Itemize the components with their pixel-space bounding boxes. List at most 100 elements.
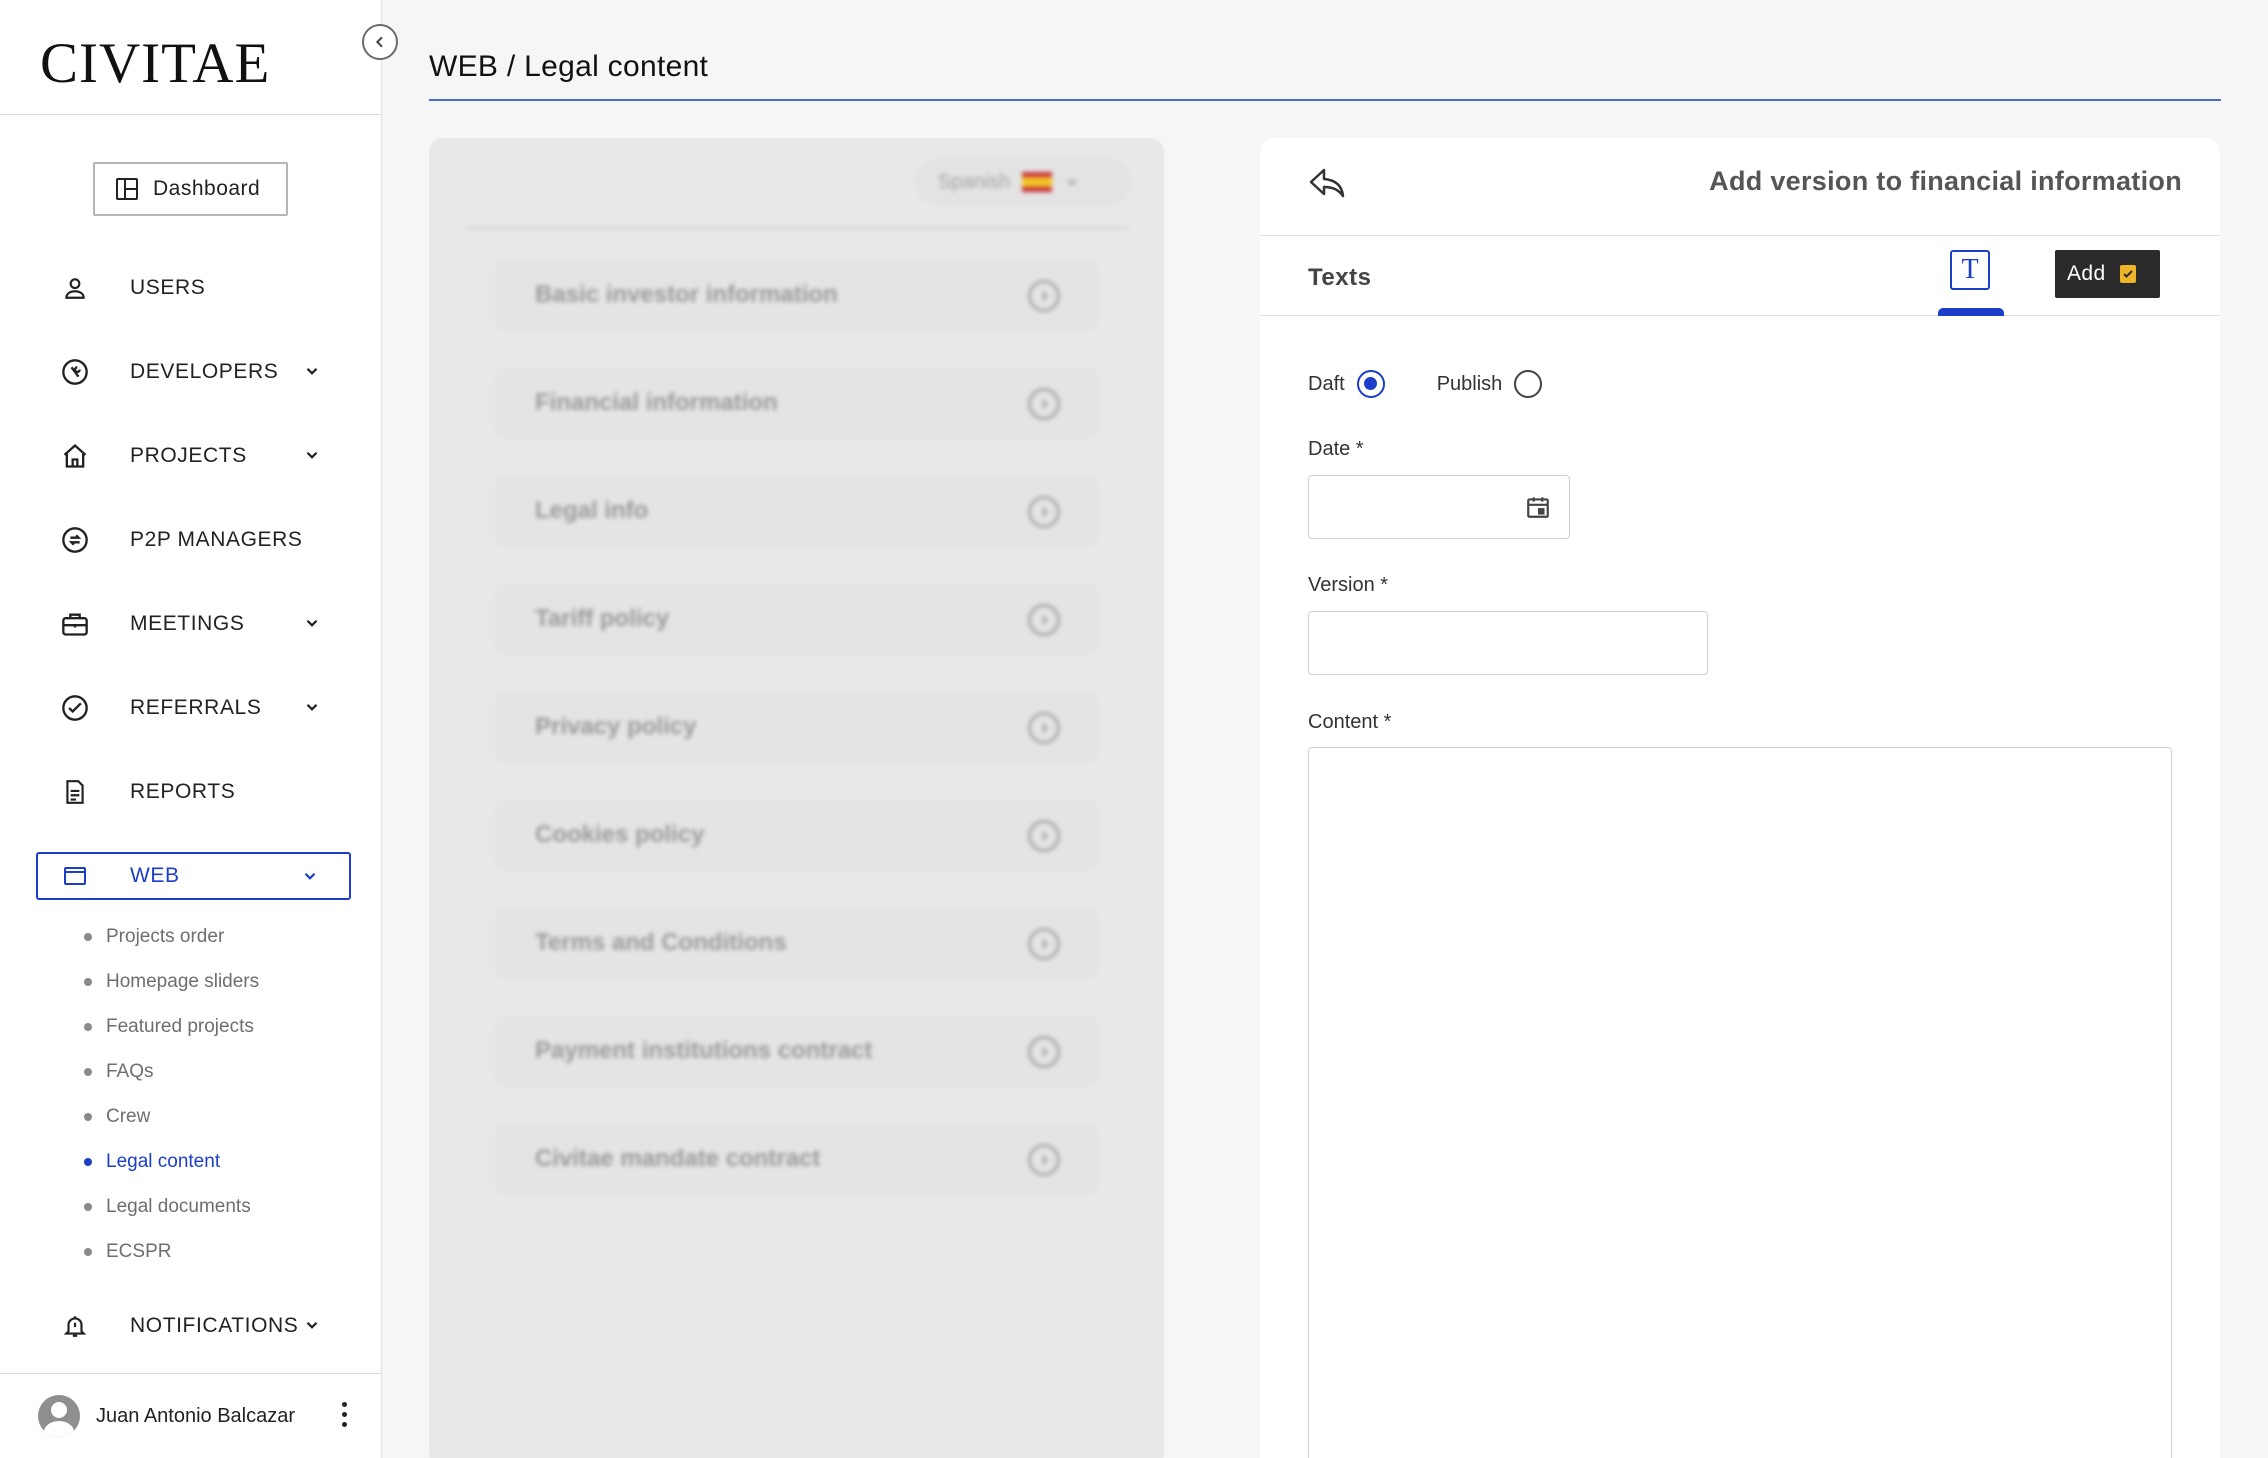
legal-item[interactable]: Civitae mandate contract <box>499 1128 1094 1190</box>
legal-item[interactable]: Payment institutions contract <box>499 1020 1094 1082</box>
sidebar-item-web[interactable]: WEB <box>36 852 351 900</box>
arrow-right-icon <box>1028 1036 1060 1068</box>
add-version-form-panel: Add version to financial information Tex… <box>1260 138 2220 1458</box>
legal-item[interactable]: Terms and Conditions <box>499 912 1094 974</box>
avatar[interactable] <box>38 1395 80 1437</box>
bell-icon <box>58 1309 92 1343</box>
version-input[interactable] <box>1308 611 1708 675</box>
collapse-sidebar-button[interactable] <box>362 24 398 60</box>
legal-item-label: Financial information <box>535 389 778 416</box>
chevron-down-icon <box>306 1321 318 1329</box>
sidebar: CIVITAE Dashboard USERS DEVELOPERS PROJE… <box>0 0 382 1458</box>
legal-item-label: Privacy policy <box>535 713 697 740</box>
text-format-icon[interactable]: T <box>1950 250 1990 290</box>
arrow-right-icon <box>1028 604 1060 636</box>
legal-item-label: Basic investor information <box>535 281 838 308</box>
form-tabs: Texts T Add <box>1260 236 2220 316</box>
language-select[interactable]: Spanish <box>918 162 1128 202</box>
legal-item[interactable]: Cookies policy <box>499 804 1094 866</box>
legal-item[interactable]: Tariff policy <box>499 588 1094 650</box>
user-bar: Juan Antonio Balcazar <box>0 1373 382 1458</box>
arrow-right-icon <box>1028 712 1060 744</box>
subnav-projects-order[interactable]: Projects order <box>84 926 224 948</box>
version-label: Version * <box>1308 574 1389 596</box>
sidebar-item-p2p-managers[interactable]: P2P MANAGERS <box>36 516 351 564</box>
back-arrow-icon[interactable] <box>1308 166 1346 200</box>
chevron-left-icon <box>375 36 383 48</box>
arrow-right-icon <box>1028 496 1060 528</box>
legal-item[interactable]: Financial information <box>499 372 1094 434</box>
subnav-ecspr[interactable]: ECSPR <box>84 1241 171 1263</box>
sidebar-item-users[interactable]: USERS <box>36 264 351 312</box>
subnav-label: Crew <box>106 1106 151 1127</box>
sidebar-item-label: DEVELOPERS <box>130 360 279 383</box>
draft-radio[interactable] <box>1356 370 1385 398</box>
chevron-down-icon <box>306 451 318 459</box>
sidebar-item-referrals[interactable]: REFERRALS <box>36 684 351 732</box>
chevron-down-icon <box>306 703 318 711</box>
chevron-down-icon <box>306 619 318 627</box>
title-divider <box>429 99 2221 101</box>
subnav-crew[interactable]: Crew <box>84 1106 150 1128</box>
chevron-down-icon <box>1067 179 1077 186</box>
sidebar-item-label: USERS <box>130 276 206 299</box>
calendar-icon[interactable] <box>1525 494 1551 520</box>
sidebar-item-label: WEB <box>130 864 180 887</box>
page-title: WEB / Legal content <box>429 50 709 83</box>
sidebar-item-label: MEETINGS <box>130 612 245 635</box>
texts-label: Texts <box>1308 264 1372 291</box>
subnav-legal-documents[interactable]: Legal documents <box>84 1196 251 1218</box>
subnav-homepage-sliders[interactable]: Homepage sliders <box>84 971 259 993</box>
date-input[interactable] <box>1308 475 1570 539</box>
date-label: Date * <box>1308 438 1364 460</box>
add-button[interactable]: Add <box>2055 250 2160 298</box>
add-button-label: Add <box>2067 262 2106 285</box>
arrow-right-icon <box>1028 928 1060 960</box>
legal-item[interactable]: Legal info <box>499 480 1094 542</box>
checkbox-icon <box>2119 265 2136 283</box>
bullet-dot <box>84 1023 92 1031</box>
sidebar-item-label: REPORTS <box>130 780 236 803</box>
subnav-label: FAQs <box>106 1061 154 1082</box>
subnav-label: Legal content <box>106 1151 221 1172</box>
subnav-featured-projects[interactable]: Featured projects <box>84 1016 254 1038</box>
subnav-label: Homepage sliders <box>106 971 260 992</box>
check-circle-icon <box>58 691 92 725</box>
content-textarea[interactable] <box>1308 747 2172 1458</box>
publish-radio[interactable] <box>1514 370 1543 398</box>
dashboard-button[interactable]: Dashboard <box>93 162 288 216</box>
kebab-menu-icon[interactable] <box>340 1402 348 1427</box>
subnav-faqs[interactable]: FAQs <box>84 1061 154 1083</box>
sidebar-item-label: NOTIFICATIONS <box>130 1314 299 1337</box>
legal-item[interactable]: Privacy policy <box>499 696 1094 758</box>
subnav-legal-content[interactable]: Legal content <box>84 1151 220 1173</box>
bullet-dot <box>84 1068 92 1076</box>
arrow-right-icon <box>1028 1144 1060 1176</box>
exchange-circle-icon <box>58 523 92 557</box>
sidebar-item-reports[interactable]: REPORTS <box>36 768 351 816</box>
sidebar-item-meetings[interactable]: MEETINGS <box>36 600 351 648</box>
subnav-label: ECSPR <box>106 1241 172 1262</box>
chevron-down-icon <box>304 872 316 880</box>
bullet-dot <box>84 1113 92 1121</box>
legal-item-label: Legal info <box>535 497 649 524</box>
status-radio-group: Daft Publish <box>1308 370 1543 398</box>
sidebar-item-projects[interactable]: PROJECTS <box>36 432 351 480</box>
arrow-right-icon <box>1028 280 1060 312</box>
briefcase-icon <box>58 607 92 641</box>
user-name: Juan Antonio Balcazar <box>96 1404 296 1427</box>
legal-item[interactable]: Basic investor information <box>499 264 1094 326</box>
sidebar-item-developers[interactable]: DEVELOPERS <box>36 348 351 396</box>
wrench-circle-icon <box>58 355 92 389</box>
civitae-logo[interactable]: CIVITAE <box>40 34 270 94</box>
bullet-dot <box>84 1203 92 1211</box>
document-icon <box>58 775 92 809</box>
language-label: Spanish <box>938 170 1011 193</box>
sidebar-item-notifications[interactable]: NOTIFICATIONS <box>36 1302 351 1350</box>
legal-item-label: Civitae mandate contract <box>535 1145 821 1172</box>
publish-label: Publish <box>1436 372 1503 395</box>
sidebar-item-label: REFERRALS <box>130 696 262 719</box>
dashboard-label: Dashboard <box>153 177 261 200</box>
panel-divider <box>465 226 1128 229</box>
user-icon <box>58 271 92 305</box>
